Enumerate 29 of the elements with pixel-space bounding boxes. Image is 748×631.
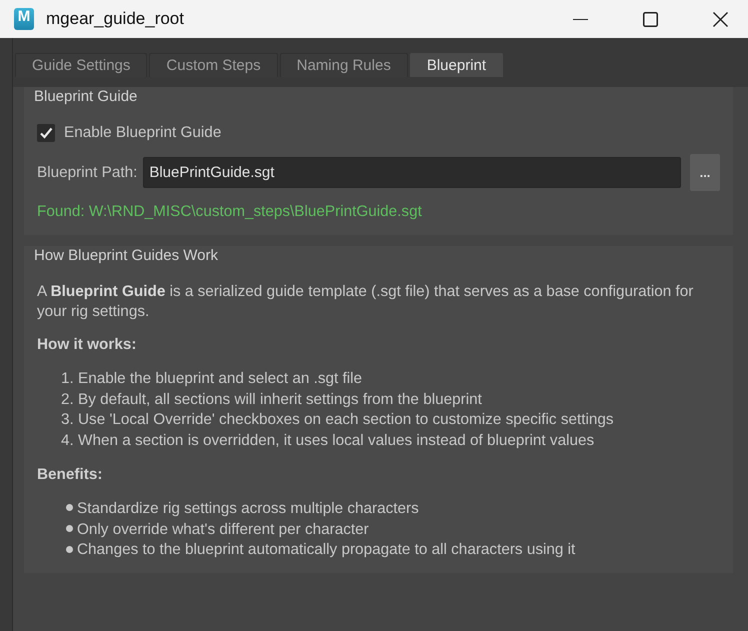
tab[interactable]: Custom Steps xyxy=(149,53,278,77)
bullet-icon xyxy=(66,546,73,553)
list-item: Only override what's different per character xyxy=(77,520,369,540)
minimize-icon xyxy=(572,18,588,20)
list-item: Changes to the blueprint automatically propagate to all characters using it xyxy=(77,540,576,560)
browse-button[interactable]: ... xyxy=(690,154,720,191)
list-item: 3. Use 'Local Override' checkboxes on each section to customize specific settings xyxy=(61,410,614,430)
path-field[interactable]: BluePrintGuide.sgt xyxy=(143,157,681,188)
group-title: Blueprint Guide xyxy=(33,87,138,107)
bullet-icon xyxy=(66,524,73,532)
tab[interactable]: Guide Settings xyxy=(15,53,148,77)
checkbox-label[interactable]: Enable Blueprint Guide xyxy=(64,124,222,142)
group-title: How Blueprint Guides Work xyxy=(33,246,219,266)
status-message: Found: W:\RND_MISC\custom_steps\BluePrintGuide.sgt xyxy=(37,202,422,222)
list-item: 2. By default, all sections will inherit settings from the blueprint xyxy=(61,390,482,410)
description-text: A Blueprint Guide is a serialized guide template (.sgt file) that serves as a base configuration for your rig settings. xyxy=(37,282,694,322)
list-item: Standardize rig settings across multiple characters xyxy=(77,498,419,519)
list-item: 1. Enable the blueprint and select an .sgt file xyxy=(61,369,362,389)
window-title: mgear_guide_root xyxy=(46,9,184,29)
close-icon xyxy=(712,12,728,26)
tab[interactable]: Naming Rules xyxy=(280,53,408,77)
bullet-icon xyxy=(66,504,73,512)
section-heading: Benefits: xyxy=(37,464,102,485)
section-heading: How it works: xyxy=(37,335,136,355)
tab[interactable]: Blueprint xyxy=(410,53,504,77)
list-item: 4. When a section is overridden, it uses local values instead of blueprint values xyxy=(61,431,594,452)
maximize-icon xyxy=(642,12,658,26)
field-label: Blueprint Path: xyxy=(37,164,138,182)
app-icon: M xyxy=(14,8,34,30)
